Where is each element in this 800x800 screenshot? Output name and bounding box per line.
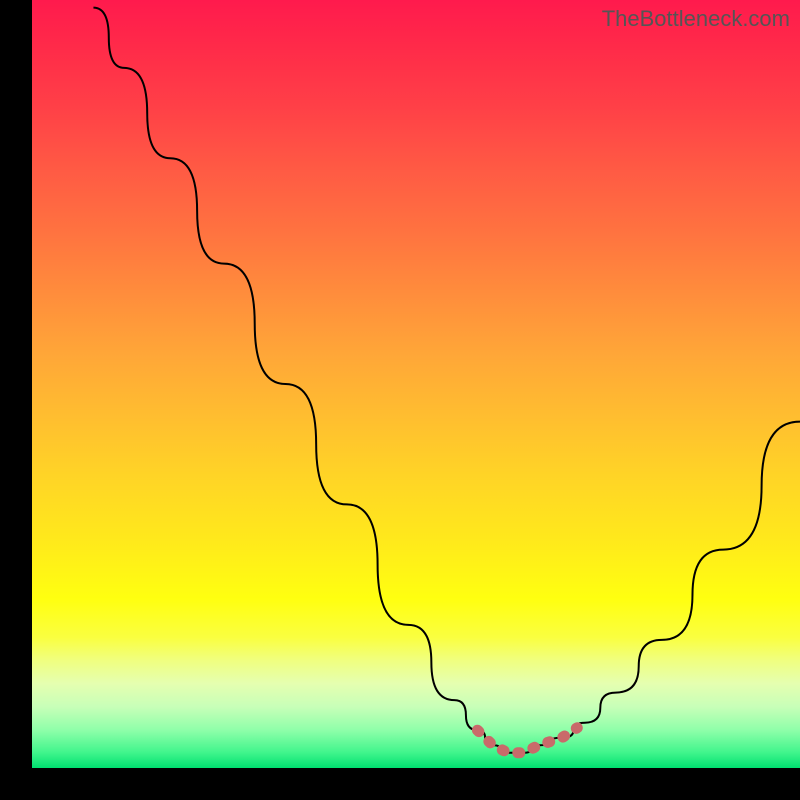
chart-plot-area bbox=[32, 0, 800, 768]
watermark: TheBottleneck.com bbox=[602, 6, 790, 32]
bottleneck-curve bbox=[32, 0, 800, 768]
